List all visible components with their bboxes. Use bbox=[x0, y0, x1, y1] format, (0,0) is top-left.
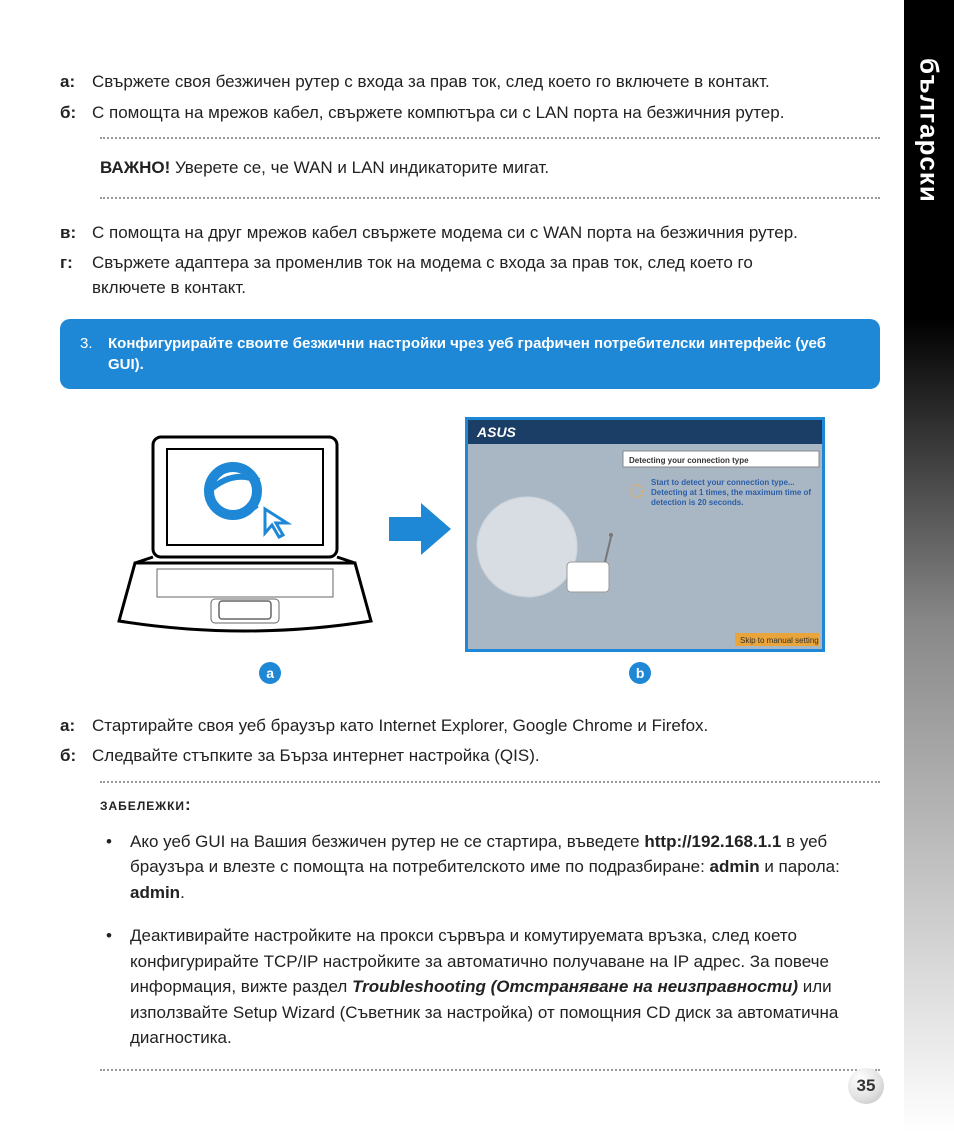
badge-a: a bbox=[259, 662, 281, 684]
step-g-line2: включете в контакт. bbox=[92, 278, 246, 297]
divider bbox=[100, 781, 880, 783]
step-b-text: С помощта на мрежов кабел, свържете комп… bbox=[92, 101, 880, 126]
arrow-right-icon bbox=[389, 501, 451, 567]
bullet-icon: • bbox=[100, 829, 130, 906]
bottom-step-a-text: Стартирайте своя уеб браузър като Intern… bbox=[92, 714, 880, 739]
note-1: • Ако уеб GUI на Вашия безжичен рутер не… bbox=[100, 829, 880, 906]
step-v-label: в: bbox=[60, 221, 92, 246]
note-2-text: Деактивирайте настройките на прокси сърв… bbox=[130, 923, 880, 1051]
step-v-text: С помощта на друг мрежов кабел свържете … bbox=[92, 221, 880, 246]
step-a-row: а: Свържете своя безжичен рутер с входа … bbox=[60, 70, 880, 95]
bottom-step-b-row: б: Следвайте стъпките за Бърза интернет … bbox=[60, 744, 880, 769]
step-3-box: 3. Конфигурирайте своите безжични настро… bbox=[60, 319, 880, 389]
bottom-step-b-label: б: bbox=[60, 744, 92, 769]
step-a-text: Свържете своя безжичен рутер с входа за … bbox=[92, 70, 880, 95]
notes-heading: ЗАБЕЛЕЖКИ: bbox=[100, 795, 880, 815]
badge-b: b bbox=[629, 662, 651, 684]
important-note: ВАЖНО! Уверете се, че WAN и LAN индикато… bbox=[100, 151, 880, 185]
divider bbox=[100, 1069, 880, 1071]
bottom-step-b-text: Следвайте стъпките за Бърза интернет нас… bbox=[92, 744, 880, 769]
step-g-text: Свържете адаптера за променлив ток на мо… bbox=[92, 251, 880, 300]
step-b-row: б: С помощта на мрежов кабел, свържете к… bbox=[60, 101, 880, 126]
step-3-number: 3. bbox=[80, 333, 108, 375]
step-a-label: а: bbox=[60, 70, 92, 95]
page-number: 35 bbox=[848, 1068, 884, 1104]
step-g-line1: Свържете адаптера за променлив ток на мо… bbox=[92, 253, 753, 272]
illustration-row: ASUS Detecting your connection type Star… bbox=[60, 417, 880, 652]
language-side-tab: български bbox=[904, 0, 954, 1132]
language-label-container: български bbox=[904, 30, 954, 230]
bottom-step-a-row: а: Стартирайте своя уеб браузър като Int… bbox=[60, 714, 880, 739]
important-text: Уверете се, че WAN и LAN индикаторите ми… bbox=[170, 158, 549, 177]
note-1-text: Ако уеб GUI на Вашия безжичен рутер не с… bbox=[130, 829, 880, 906]
step-3-text: Конфигурирайте своите безжични настройки… bbox=[108, 333, 860, 375]
step-v-row: в: С помощта на друг мрежов кабел свърже… bbox=[60, 221, 880, 246]
step-g-row: г: Свържете адаптера за променлив ток на… bbox=[60, 251, 880, 300]
important-label: ВАЖНО! bbox=[100, 158, 170, 177]
router-gui-screenshot: ASUS Detecting your connection type Star… bbox=[465, 417, 825, 652]
note-2: • Деактивирайте настройките на прокси съ… bbox=[100, 923, 880, 1051]
gui-skip-button: Skip to manual setting bbox=[740, 636, 819, 645]
divider bbox=[100, 197, 880, 199]
gui-panel-title: Detecting your connection type bbox=[629, 456, 749, 465]
notes-list: • Ако уеб GUI на Вашия безжичен рутер не… bbox=[100, 829, 880, 1051]
step-g-label: г: bbox=[60, 251, 92, 300]
divider bbox=[100, 137, 880, 139]
step-b-label: б: bbox=[60, 101, 92, 126]
gui-brand: ASUS bbox=[476, 424, 517, 440]
gui-line2: Detecting at 1 times, the maximum time o… bbox=[651, 488, 811, 497]
language-label: български bbox=[914, 58, 945, 203]
page-content: а: Свържете своя безжичен рутер с входа … bbox=[60, 70, 880, 1083]
gui-line1: Start to detect your connection type... bbox=[651, 478, 795, 487]
notes-heading-text: ЗАБЕЛЕЖКИ bbox=[100, 799, 185, 813]
bullet-icon: • bbox=[100, 923, 130, 1051]
illustration-badges: a b bbox=[60, 662, 880, 684]
bottom-step-a-label: а: bbox=[60, 714, 92, 739]
gui-line3: detection is 20 seconds. bbox=[651, 498, 743, 507]
laptop-illustration bbox=[115, 429, 375, 639]
